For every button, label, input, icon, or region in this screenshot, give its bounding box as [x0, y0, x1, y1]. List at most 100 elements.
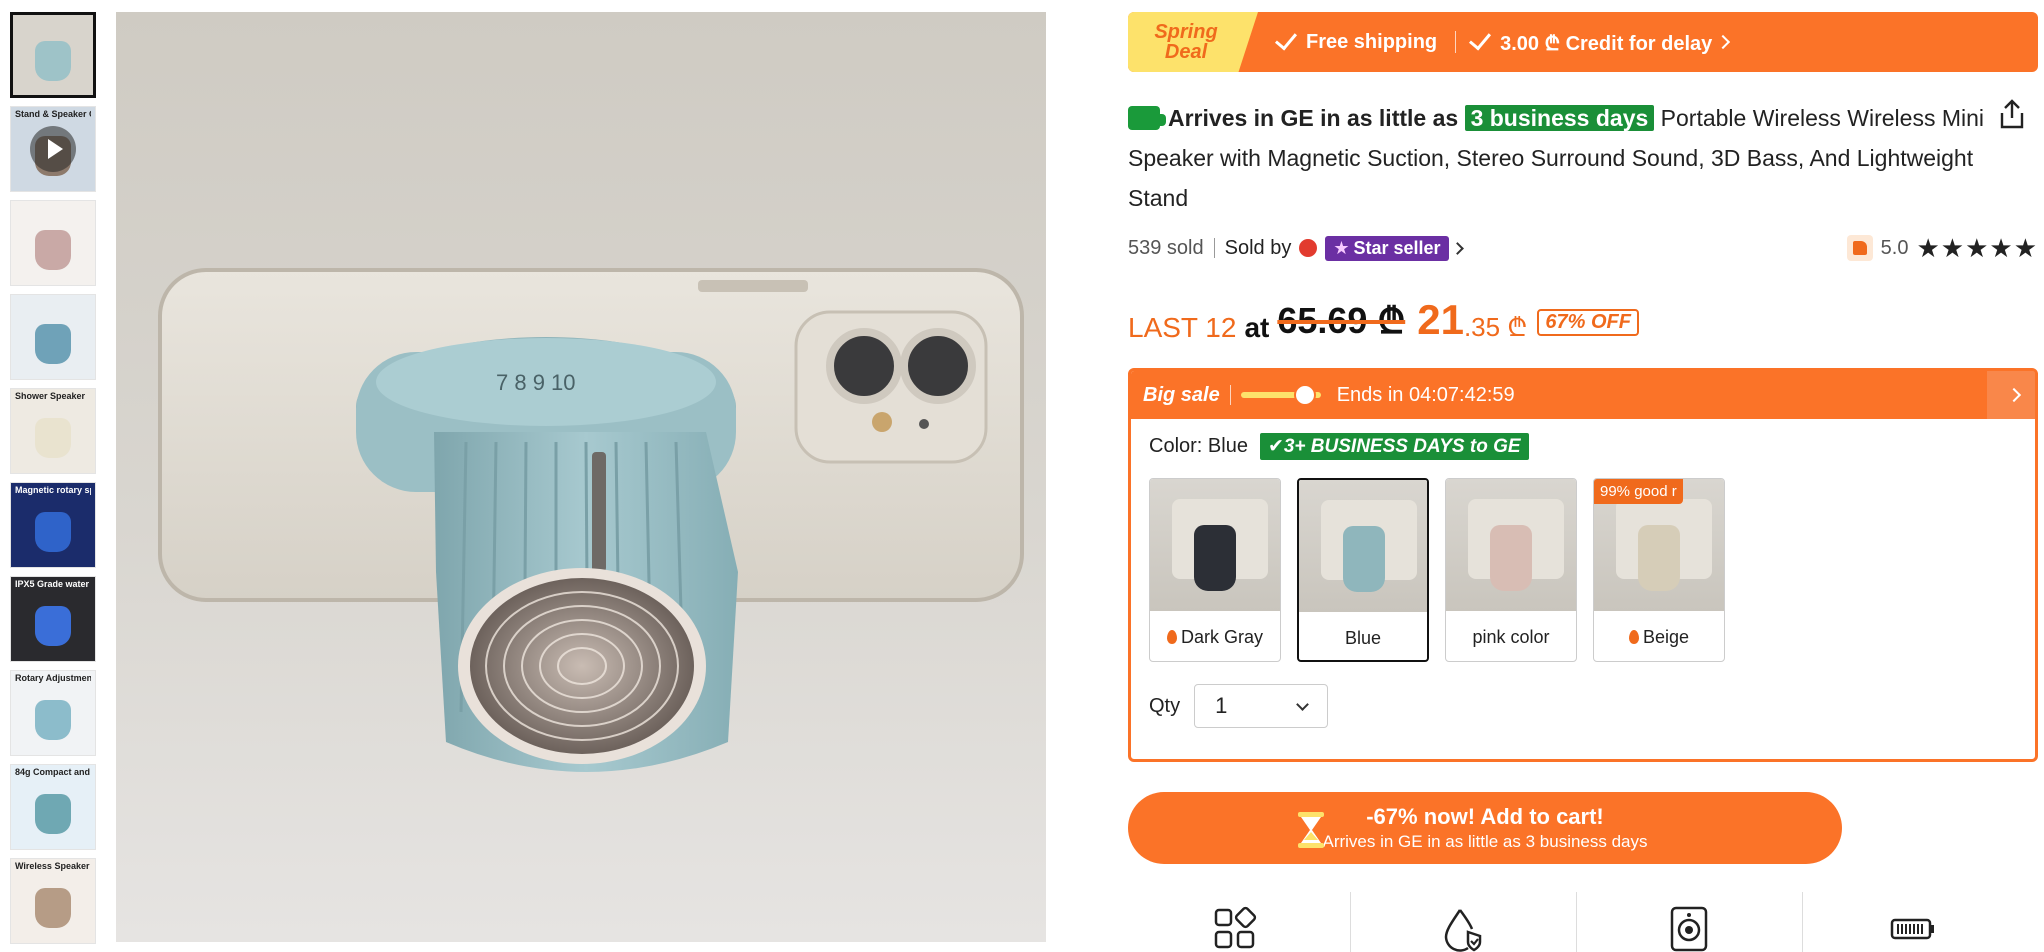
thumbnail-caption: Stand & Speaker Combo — [15, 109, 91, 119]
thumbnail-caption: Rotary Adjustment Volume Level — [15, 673, 91, 683]
svg-text:7 8 9 10: 7 8 9 10 — [496, 370, 576, 395]
variant-label: Dark Gray — [1150, 611, 1280, 661]
quantity-value: 1 — [1215, 693, 1228, 718]
discount-badge: 67% OFF — [1537, 309, 1639, 336]
divider — [1576, 892, 1577, 952]
thumbnail-10[interactable]: Wireless Speaker Mini — [10, 858, 96, 944]
at-label: at — [1244, 312, 1270, 343]
qty-label: Qty — [1149, 694, 1181, 717]
price-row: LAST 12 at 65.69 ₾ 21 .35 ₾ 67% OFF — [1128, 296, 2038, 344]
rating-value: 5.0 — [1880, 236, 1909, 259]
sold-count: 539 sold — [1128, 236, 1204, 259]
thumbnail-speaker-image — [35, 511, 71, 552]
delivery-truck-icon — [1128, 106, 1166, 130]
star-icon: ★ — [1333, 237, 1350, 258]
thumbs-up-icon — [1846, 235, 1873, 261]
thumbnail-6[interactable]: Magnetic rotary speaker — [10, 482, 96, 568]
share-icon[interactable] — [1998, 98, 2026, 130]
thumbnail-speaker-image — [35, 229, 71, 270]
divider — [1213, 238, 1215, 258]
color-row: Color: Blue ✔3+ BUSINESS DAYS to GE — [1149, 433, 2035, 460]
spring-deal-badge: Spring Deal — [1128, 12, 1258, 72]
sale-progress-bar — [1240, 384, 1321, 406]
product-info: Spring Deal Free shipping 3.00 ₾ Credit … — [1128, 12, 2038, 864]
divider — [1229, 385, 1231, 405]
deal-label: Deal — [1164, 41, 1208, 63]
promo-banner[interactable]: Spring Deal Free shipping 3.00 ₾ Credit … — [1128, 12, 2038, 72]
original-price: 65.69 ₾ — [1277, 300, 1406, 341]
thumbnail-2[interactable]: Stand & Speaker Combo — [10, 106, 96, 192]
star-seller-label: Star seller — [1353, 237, 1441, 258]
variant-name: Dark Gray — [1180, 626, 1263, 647]
variant-speaker-image — [1490, 525, 1532, 591]
thumbnail-9[interactable]: 84g Compact and elegant — [10, 764, 96, 850]
color-option-dark-gray[interactable]: Dark Gray — [1149, 478, 1281, 662]
countdown-timer: Ends in 04:07:42:59 — [1336, 383, 1515, 406]
variant-image — [1299, 480, 1427, 612]
thumbnail-3[interactable] — [10, 200, 96, 286]
delivery-days-tag: ✔3+ BUSINESS DAYS to GE — [1259, 433, 1529, 460]
thumbnail-speaker-image — [35, 699, 71, 740]
color-option-pink-color[interactable]: pink color — [1445, 478, 1577, 662]
divider — [1350, 892, 1351, 952]
thumbnail-speaker-image — [35, 323, 71, 364]
check-icon — [1469, 27, 1492, 51]
speaker-icon[interactable] — [1666, 906, 1712, 952]
good-review-badge: 99% good r — [1594, 479, 1683, 504]
product-title: Arrives in GE in as little as 3 business… — [1128, 98, 2024, 218]
variant-name: pink color — [1472, 626, 1550, 647]
add-to-cart-button[interactable]: -67% now! Add to cart! Arrives in GE in … — [1128, 792, 1842, 864]
color-option-blue[interactable]: Blue — [1297, 478, 1429, 662]
quantity-select[interactable]: 1 — [1194, 684, 1329, 728]
credit-text: 3.00 ₾ Credit for delay — [1500, 32, 1713, 55]
thumbnail-speaker-image — [35, 793, 71, 834]
thumbnail-list: Stand & Speaker Combo Shower Speaker Magne… — [10, 12, 98, 952]
cart-button-text: -67% now! Add to cart! Arrives in GE in … — [1322, 804, 1647, 852]
sale-expand-button[interactable] — [1987, 371, 2035, 419]
play-icon[interactable] — [30, 126, 76, 172]
big-sale-header[interactable]: Big sale Ends in 04:07:42:59 — [1131, 371, 2035, 419]
delivery-days-text: 3+ BUSINESS DAYS to GE — [1283, 436, 1521, 457]
rating[interactable]: 5.0 ★★★★★ — [1846, 232, 2038, 264]
variant-speaker-image — [1194, 525, 1236, 591]
business-days-highlight: 3 business days — [1464, 105, 1655, 131]
chevron-right-icon — [1716, 34, 1731, 50]
thumbnail-7[interactable]: IPX5 Grade water repellent — [10, 576, 96, 662]
variant-speaker-image — [1638, 525, 1680, 591]
sold-by-label: Sold by — [1224, 236, 1292, 259]
variant-image — [1446, 479, 1576, 611]
thumbnail-caption: 84g Compact and elegant — [15, 767, 91, 777]
thumbnail-speaker-image — [35, 41, 71, 82]
thumbnail-5[interactable]: Shower Speaker — [10, 388, 96, 474]
thumbnail-1[interactable] — [10, 12, 96, 98]
rating-stars: ★★★★★ — [1916, 232, 2038, 263]
thumbnail-caption: IPX5 Grade water repellent — [15, 579, 91, 589]
chevron-right-icon[interactable] — [1450, 241, 1464, 255]
big-sale-box: Big sale Ends in 04:07:42:59 Color: Blue… — [1128, 368, 2038, 762]
waterproof-icon[interactable] — [1440, 906, 1486, 952]
variant-label: Beige — [1594, 611, 1724, 661]
thumbnail-caption: Shower Speaker — [15, 391, 86, 401]
hot-flame-icon — [1166, 630, 1177, 644]
spring-label: Spring — [1154, 21, 1218, 43]
arrives-text: Arrives in GE in as little as — [1168, 105, 1459, 131]
apps-icon[interactable] — [1212, 906, 1258, 952]
divider — [1455, 31, 1457, 53]
main-product-image[interactable]: 7 8 9 10 — [116, 12, 1046, 942]
free-shipping-text: Free shipping — [1306, 30, 1438, 53]
variant-image — [1150, 479, 1280, 611]
star-seller-badge[interactable]: ★ Star seller — [1325, 235, 1449, 261]
thumbnail-8[interactable]: Rotary Adjustment Volume Level — [10, 670, 96, 756]
seller-row: 539 sold Sold by ★ Star seller 5.0 ★★★★★ — [1128, 232, 2038, 264]
battery-icon[interactable] — [1890, 906, 1936, 952]
cart-button-label: -67% now! Add to cart! — [1366, 804, 1604, 829]
seller-logo[interactable] — [1299, 239, 1318, 257]
big-sale-label: Big sale — [1143, 383, 1220, 406]
product-page: Stand & Speaker Combo Shower Speaker Magne… — [0, 0, 2044, 952]
color-option-beige[interactable]: 99% good r Beige — [1593, 478, 1725, 662]
cart-button-sublabel: Arrives in GE in as little as 3 business… — [1322, 832, 1648, 851]
sale-price-decimal: .35 ₾ — [1463, 312, 1528, 342]
banner-items: Free shipping 3.00 ₾ Credit for delay — [1274, 12, 1731, 72]
thumbnail-4[interactable] — [10, 294, 96, 380]
chevron-right-icon — [2006, 387, 2022, 403]
